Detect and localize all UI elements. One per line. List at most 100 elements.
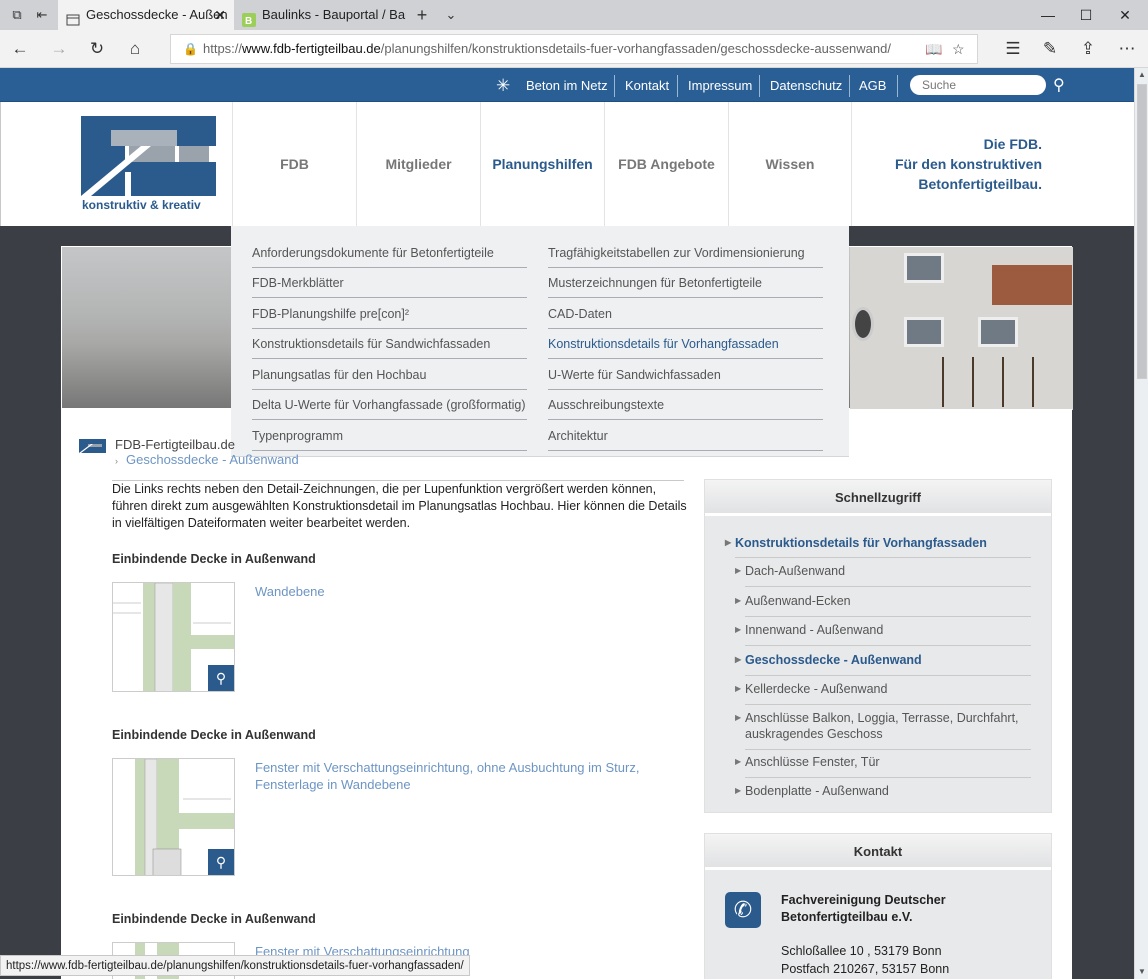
dd-item[interactable]: Tragfähigkeitstabellen zur Vordimensioni… <box>548 238 823 268</box>
tab-actions-icon[interactable]: ⧉ <box>8 6 26 24</box>
scroll-thumb[interactable] <box>1137 84 1147 379</box>
quick-item-label: Kellerdecke - Außenwand <box>745 682 888 696</box>
more-icon[interactable]: ⋯ <box>1116 38 1138 60</box>
zoom-magnifier-icon[interactable]: ⚲ <box>208 849 234 875</box>
dd-item[interactable]: Architektur <box>548 421 823 451</box>
dd-item[interactable]: Delta U-Werte für Vorhangfassade (großfo… <box>252 390 527 420</box>
nav-planungshilfen[interactable]: Planungshilfen <box>480 102 604 226</box>
beton-network-icon: ✳ <box>496 76 511 95</box>
back-icon[interactable]: ← <box>9 38 31 60</box>
close-tab-icon[interactable]: ✕ <box>214 0 226 30</box>
dd-item[interactable]: FDB-Merkblätter <box>252 268 527 298</box>
favorites-hub-icon[interactable]: ☰ <box>1002 38 1024 60</box>
toplink-beton-im-netz[interactable]: Beton im Netz <box>526 68 608 102</box>
nav-fdb-angebote[interactable]: FDB Angebote <box>604 102 728 226</box>
nav-fdb[interactable]: FDB <box>232 102 356 226</box>
tab-title: Baulinks - Bauportal / Baurr <box>262 7 406 22</box>
detail-drawing-thumb[interactable]: ⚲ <box>112 758 235 876</box>
triangle-right-icon: ▶ <box>735 596 742 605</box>
triangle-right-icon: ▶ <box>735 655 742 664</box>
page-scrollbar[interactable]: ▲ ▼ <box>1134 68 1148 979</box>
roof <box>992 265 1072 305</box>
quick-item[interactable]: ▶ Bodenplatte - Außenwand <box>735 783 1031 799</box>
quick-item[interactable]: ▶ Kellerdecke - Außenwand <box>735 681 1031 705</box>
status-bar-url: https://www.fdb-fertigteilbau.de/planung… <box>0 955 470 976</box>
site-header: konstruktiv & kreativ FDB Mitglieder Pla… <box>0 102 1134 226</box>
dd-item[interactable]: U-Werte für Sandwichfassaden <box>548 360 823 390</box>
section-heading: Einbindende Decke in Außenwand <box>112 552 316 566</box>
tab-geschossdecke[interactable]: Geschossdecke - Außen ✕ <box>58 0 234 30</box>
page-icon <box>66 8 80 26</box>
quick-item[interactable]: ▶ Innenwand - Außenwand <box>735 622 1031 646</box>
contact-org: Fachvereinigung Deutscher Betonfertigtei… <box>781 893 946 924</box>
claim-line: Für den konstruktiven <box>894 156 1042 172</box>
url-domain: www.fdb-fertigteilbau.de <box>242 41 381 56</box>
triangle-right-icon: ▶ <box>735 625 742 634</box>
reading-view-icon[interactable]: 📖 <box>925 35 942 63</box>
home-icon[interactable]: ⌂ <box>124 38 146 60</box>
new-tab-icon[interactable]: + <box>413 6 431 24</box>
triangle-right-icon: ▶ <box>725 538 732 547</box>
detail-link[interactable]: Fenster mit Verschattungseinrichtung, oh… <box>255 759 675 793</box>
breadcrumb-current[interactable]: › Geschossdecke - Außenwand <box>115 452 299 467</box>
baulinks-favicon-icon: B <box>242 8 256 27</box>
pen-icon[interactable]: ✎ <box>1039 38 1061 60</box>
scroll-down-icon[interactable]: ▼ <box>1135 965 1148 979</box>
divider <box>759 75 760 97</box>
scroll-up-icon[interactable]: ▲ <box>1135 68 1148 82</box>
divider <box>677 75 678 97</box>
toplink-agb[interactable]: AGB <box>859 68 886 102</box>
quick-item-active[interactable]: ▶ Geschossdecke - Außenwand <box>735 652 1031 676</box>
dd-item[interactable]: Musterzeichnungen für Betonfertigteile <box>548 268 823 298</box>
share-icon[interactable]: ⇪ <box>1077 38 1099 60</box>
claim-line: Die FDB. <box>983 136 1042 152</box>
url-path: /planungshilfen/konstruktionsdetails-fue… <box>380 41 891 56</box>
dd-item[interactable]: Konstruktionsdetails für Sandwichfassade… <box>252 329 527 359</box>
nav-mitglieder[interactable]: Mitglieder <box>356 102 480 226</box>
dd-item-active[interactable]: Konstruktionsdetails für Vorhangfassaden <box>548 329 823 359</box>
quick-item-label: Außenwand-Ecken <box>745 594 851 608</box>
tab-list-chevron-icon[interactable]: ⌄ <box>442 6 460 24</box>
search-icon[interactable]: ⚲ <box>1053 68 1065 102</box>
toplink-impressum[interactable]: Impressum <box>688 68 752 102</box>
triangle-right-icon: ▶ <box>735 566 742 575</box>
contact-address: Schloßallee 10 , 53179 Bonn <box>781 944 942 958</box>
quick-item[interactable]: ▶ Anschlüsse Fenster, Tür <box>735 754 1031 778</box>
dd-item[interactable]: Ausschreibungstexte <box>548 390 823 420</box>
site-search-input[interactable]: Suche <box>910 75 1046 95</box>
close-window-icon[interactable]: ✕ <box>1102 0 1148 30</box>
quick-item-label: Anschlüsse Fenster, Tür <box>745 755 880 769</box>
dd-item[interactable]: CAD-Daten <box>548 299 823 329</box>
tab-bar: ⧉ ⇤ Geschossdecke - Außen ✕ B Baulinks -… <box>0 0 1148 30</box>
triangle-right-icon: ▶ <box>735 713 742 722</box>
top-utility-bar: ✳ Beton im Netz Kontakt Impressum Datens… <box>0 68 1134 102</box>
url-prefix: https:// <box>203 41 243 56</box>
window <box>904 317 944 347</box>
nav-wissen[interactable]: Wissen <box>728 102 852 226</box>
address-field[interactable]: 🔒 https://www.fdb-fertigteilbau.de/planu… <box>170 34 978 64</box>
quick-item[interactable]: ▶ Dach-Außenwand <box>735 563 1031 587</box>
quick-parent-link[interactable]: ▶ Konstruktionsdetails für Vorhangfassade… <box>725 535 1031 558</box>
quick-item[interactable]: ▶ Anschlüsse Balkon, Loggia, Terrasse, Du… <box>735 710 1031 750</box>
breadcrumb-home[interactable]: FDB-Fertigteilbau.de <box>115 437 235 452</box>
detail-link[interactable]: Wandebene <box>255 583 675 600</box>
refresh-icon[interactable]: ↻ <box>86 38 108 60</box>
dd-item[interactable]: Anforderungsdokumente für Betonfertigtei… <box>252 238 527 268</box>
rebar <box>1032 357 1034 407</box>
divider <box>614 75 615 97</box>
dd-item[interactable]: FDB-Planungshilfe pre[con]² <box>252 299 527 329</box>
toplink-datenschutz[interactable]: Datenschutz <box>770 68 842 102</box>
breadcrumb-home-icon[interactable] <box>79 439 106 453</box>
toplink-kontakt[interactable]: Kontakt <box>625 68 669 102</box>
zoom-magnifier-icon[interactable]: ⚲ <box>208 665 234 691</box>
quick-item[interactable]: ▶ Außenwand-Ecken <box>735 593 1031 617</box>
set-aside-tabs-icon[interactable]: ⇤ <box>33 6 51 24</box>
dd-item[interactable]: Planungsatlas für den Hochbau <box>252 360 527 390</box>
tab-baulinks[interactable]: B Baulinks - Bauportal / Baurr <box>234 0 406 30</box>
detail-drawing-thumb[interactable]: ⚲ <box>112 582 235 692</box>
forward-icon[interactable]: → <box>48 38 70 60</box>
favorite-star-icon[interactable]: ☆ <box>952 35 965 63</box>
fdb-logo[interactable] <box>81 116 216 196</box>
dd-item[interactable]: Typenprogramm <box>252 421 527 451</box>
quick-access-title: Schnellzugriff <box>705 480 1051 516</box>
